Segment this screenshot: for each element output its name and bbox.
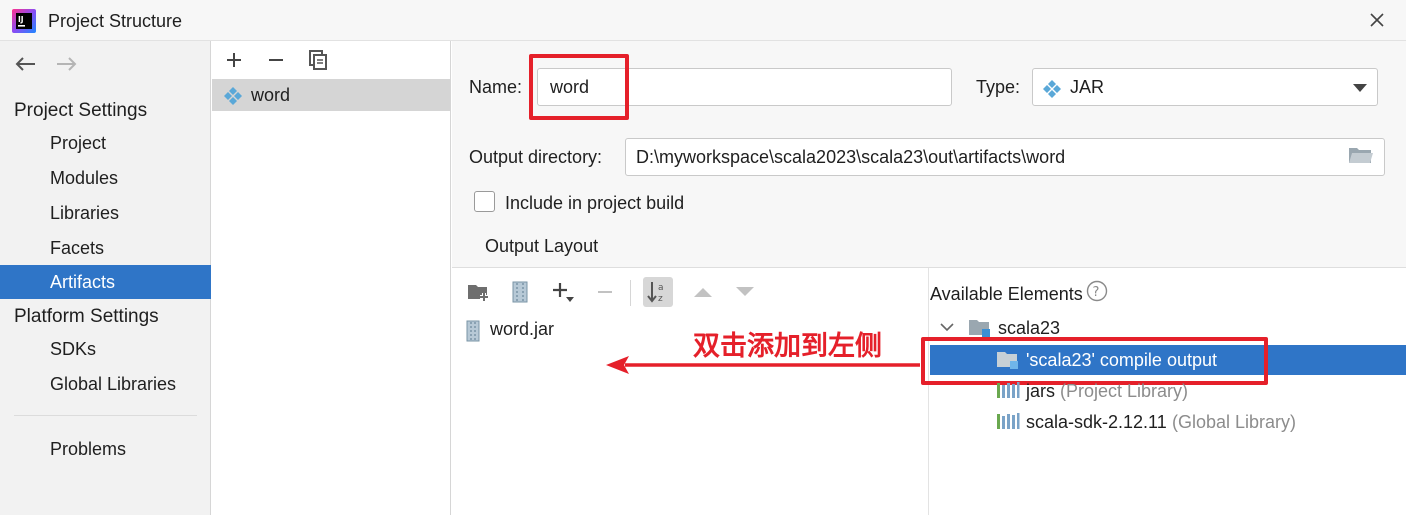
sidebar-item-artifacts[interactable]: Artifacts bbox=[0, 265, 211, 299]
plus-icon bbox=[227, 53, 241, 67]
minus-icon bbox=[598, 291, 612, 293]
toolbar-separator bbox=[630, 280, 631, 306]
move-down-button[interactable] bbox=[730, 277, 760, 307]
add-element-button[interactable] bbox=[548, 277, 578, 307]
folder-icon bbox=[1349, 148, 1373, 163]
artifact-list-item-label: word bbox=[251, 85, 291, 105]
remove-artifact-button[interactable] bbox=[263, 47, 289, 73]
back-arrow-icon bbox=[15, 57, 35, 71]
forward-arrow-icon bbox=[57, 57, 77, 71]
help-icon[interactable]: ? bbox=[1086, 280, 1108, 302]
chevron-down-icon bbox=[1353, 84, 1367, 92]
tree-node-module[interactable]: scala23 bbox=[938, 314, 1178, 344]
add-archive-button[interactable] bbox=[505, 277, 535, 307]
close-icon bbox=[1370, 13, 1384, 27]
artifact-diamond-icon bbox=[224, 87, 242, 105]
window-title: Project Structure bbox=[48, 11, 183, 31]
artifact-list-item[interactable]: word bbox=[212, 79, 451, 111]
svg-text:a: a bbox=[658, 283, 664, 293]
intellij-logo-icon: IJ bbox=[12, 9, 36, 33]
layout-root-jar-label: word.jar bbox=[490, 319, 555, 339]
output-directory-field[interactable] bbox=[625, 138, 1385, 176]
svg-text:?: ? bbox=[1093, 285, 1100, 300]
folder-icon bbox=[997, 352, 1018, 369]
chevron-down-icon bbox=[940, 323, 954, 332]
new-folder-icon bbox=[468, 285, 488, 301]
module-folder-icon bbox=[969, 320, 990, 337]
add-artifact-button[interactable] bbox=[221, 47, 247, 73]
close-button[interactable] bbox=[1362, 5, 1392, 35]
include-in-build-label[interactable]: Include in project build bbox=[505, 193, 684, 214]
platform-settings-heading: Platform Settings bbox=[14, 306, 159, 327]
sidebar-item-modules[interactable]: Modules bbox=[0, 161, 211, 195]
archive-icon bbox=[512, 281, 528, 303]
sort-az-icon: az bbox=[647, 282, 664, 304]
type-dropdown-value: JAR bbox=[1070, 77, 1105, 97]
artifact-settings-panel: Name: Type: JAR Output directory: Includ… bbox=[452, 41, 1406, 515]
sidebar-item-problems[interactable]: Problems bbox=[0, 432, 211, 466]
sidebar-item-sdks[interactable]: SDKs bbox=[0, 332, 211, 366]
sidebar-item-facets[interactable]: Facets bbox=[0, 231, 211, 265]
artifacts-list-panel: word bbox=[212, 41, 451, 515]
tree-node-library-detail: (Global Library) bbox=[1172, 412, 1297, 432]
output-layout-tab[interactable]: Output Layout bbox=[485, 236, 598, 257]
copy-artifact-button[interactable] bbox=[305, 47, 331, 73]
sidebar-divider bbox=[14, 415, 197, 416]
tree-node-library[interactable]: jars (Project Library) bbox=[996, 377, 1296, 407]
forward-button[interactable] bbox=[54, 51, 80, 77]
plus-dropdown-icon bbox=[553, 283, 574, 302]
tree-node-library-detail: (Project Library) bbox=[1060, 381, 1189, 401]
move-up-button[interactable] bbox=[688, 277, 718, 307]
sidebar-item-global-libraries[interactable]: Global Libraries bbox=[0, 367, 211, 401]
sort-elements-button[interactable]: az bbox=[643, 277, 673, 307]
tree-node-library[interactable]: scala-sdk-2.12.11 (Global Library) bbox=[996, 408, 1396, 438]
library-icon bbox=[997, 382, 1020, 398]
tree-node-compile-output-label: 'scala23' compile output bbox=[1026, 350, 1217, 370]
svg-text:IJ: IJ bbox=[18, 15, 24, 24]
available-elements-divider bbox=[928, 268, 929, 515]
tree-node-compile-output[interactable]: 'scala23' compile output bbox=[930, 345, 1406, 375]
minus-icon bbox=[269, 59, 283, 61]
type-dropdown[interactable]: JAR bbox=[1032, 68, 1378, 106]
include-in-build-checkbox[interactable] bbox=[474, 191, 495, 212]
settings-sidebar: Project Settings Project Modules Librari… bbox=[0, 41, 211, 515]
library-icon bbox=[997, 413, 1020, 429]
name-label: Name: bbox=[469, 77, 523, 97]
copy-icon bbox=[309, 50, 327, 70]
output-layout-area: az word.jar Available Elements ? scala23… bbox=[452, 267, 1406, 515]
arrow-up-icon bbox=[694, 288, 712, 297]
browse-folder-button[interactable] bbox=[1348, 145, 1376, 169]
project-settings-heading: Project Settings bbox=[14, 100, 148, 121]
output-directory-label: Output directory: bbox=[469, 147, 603, 167]
arrow-down-icon bbox=[736, 287, 754, 296]
tree-node-module-label: scala23 bbox=[998, 318, 1061, 338]
sidebar-item-libraries[interactable]: Libraries bbox=[0, 196, 211, 230]
type-label: Type: bbox=[976, 77, 1021, 97]
jar-diamond-icon bbox=[1043, 80, 1061, 98]
create-directory-button[interactable] bbox=[464, 277, 494, 307]
artifacts-toolbar bbox=[212, 41, 451, 79]
back-button[interactable] bbox=[12, 51, 38, 77]
title-bar: IJ Project Structure bbox=[0, 0, 1406, 41]
available-elements-title: Available Elements bbox=[930, 284, 1083, 304]
sidebar-item-project[interactable]: Project bbox=[0, 126, 211, 160]
annotation-label: 双击添加到左侧 bbox=[693, 331, 882, 362]
archive-icon bbox=[466, 320, 480, 342]
remove-element-button[interactable] bbox=[590, 277, 620, 307]
svg-text:z: z bbox=[658, 294, 663, 304]
tree-node-library-label: jars bbox=[1026, 381, 1056, 401]
name-field[interactable] bbox=[537, 68, 952, 106]
tree-node-library-label: scala-sdk-2.12.11 bbox=[1026, 412, 1167, 432]
